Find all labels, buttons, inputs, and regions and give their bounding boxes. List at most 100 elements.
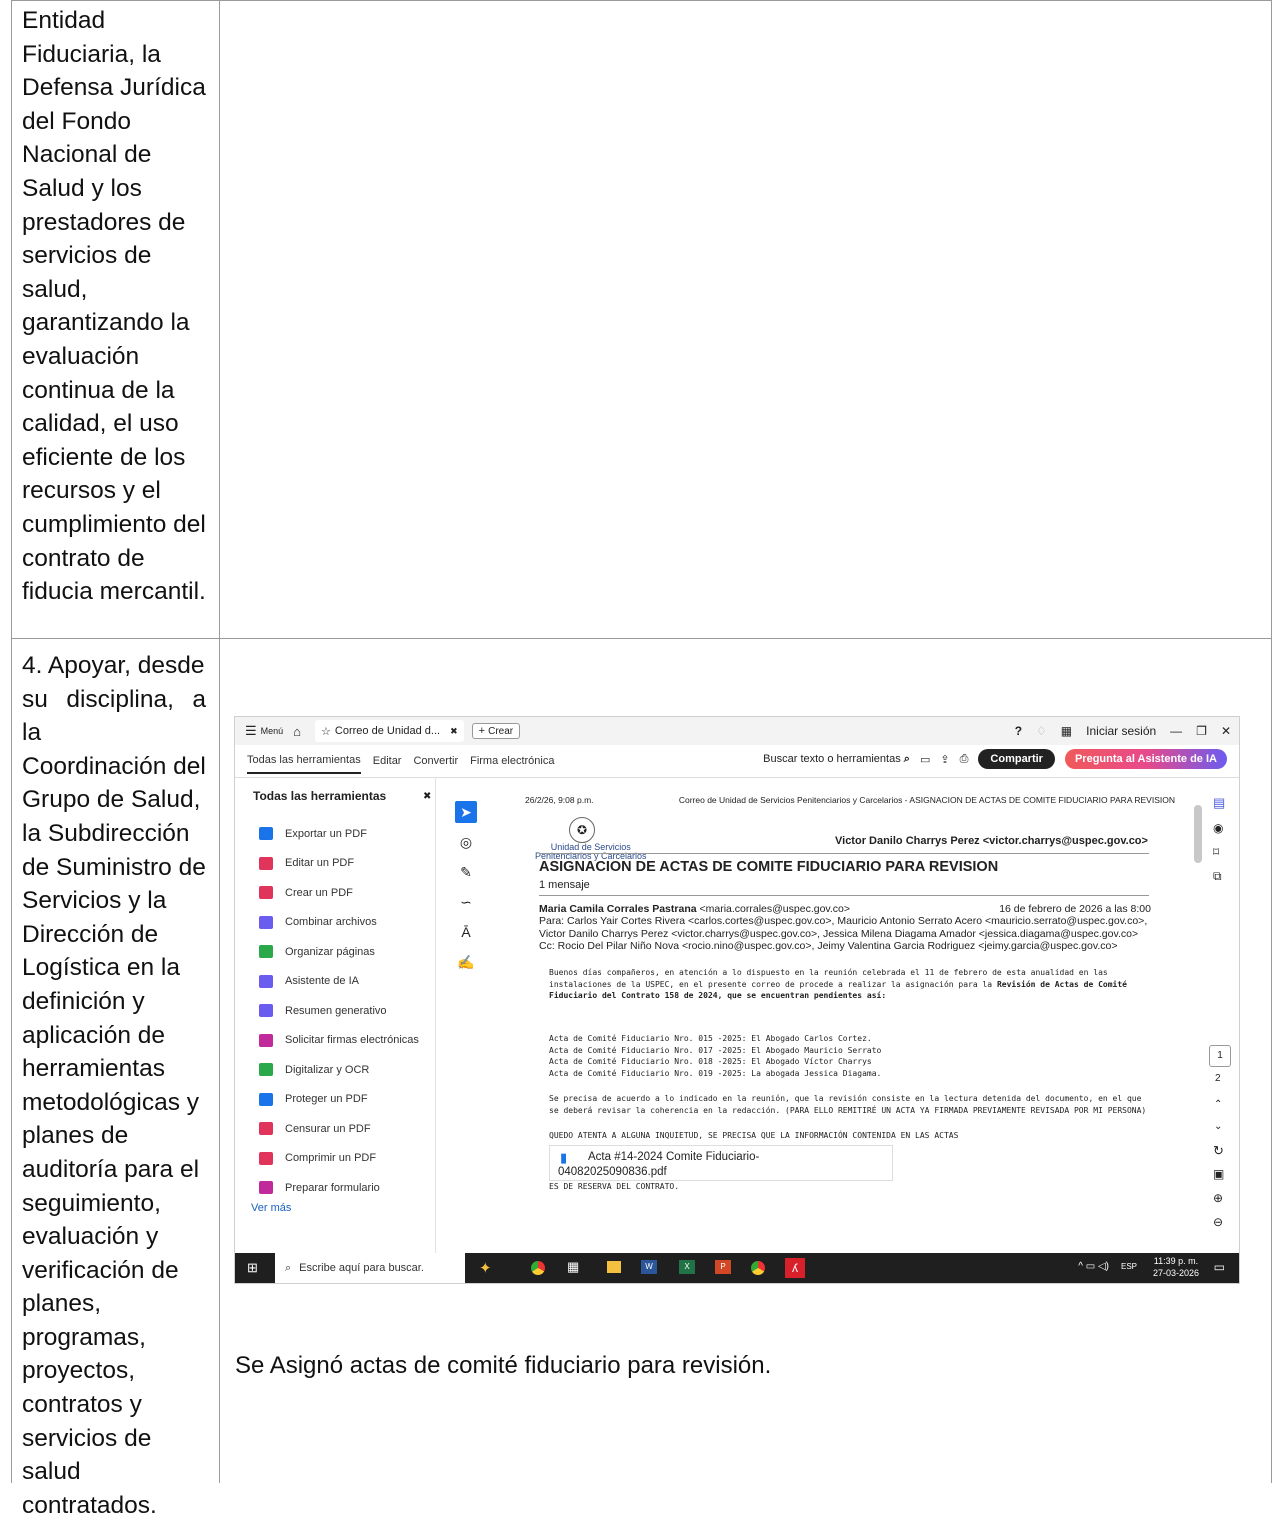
apps-icon[interactable]: ▦ (1061, 724, 1072, 738)
tool-label: Editar un PDF (285, 857, 355, 870)
attachment-card[interactable]: ▮ Acta #14-2024 Comite Fiduciario- 04082… (549, 1145, 893, 1181)
acta-item: Acta de Comité Fiduciario Nro. 018 -2025… (549, 1057, 872, 1067)
link-icon[interactable]: ∽ (455, 891, 477, 913)
email-recipients: Para: Carlos Yair Cortes Rivera <carlos.… (539, 915, 1148, 953)
powerpoint-icon[interactable]: P (715, 1260, 731, 1274)
create-button[interactable]: + Crear (471, 723, 521, 739)
search-icon: ⌕ (903, 752, 910, 765)
comment-icon[interactable]: ◎ (455, 831, 477, 853)
share-button[interactable]: Compartir (978, 749, 1055, 769)
activity-cell-1: Entidad Fiduciaria, la Defensa Jurídica del… (22, 4, 206, 609)
close-window-icon[interactable]: ✕ (1221, 724, 1231, 738)
sidebar-tool-item[interactable]: Resumen generativo (259, 996, 419, 1026)
text-line: garantizando la (22, 309, 190, 337)
menu-convert[interactable]: Convertir (413, 749, 458, 773)
signin-link[interactable]: Iniciar sesión (1086, 724, 1156, 738)
menu-edit[interactable]: Editar (373, 749, 402, 773)
sidebar-tool-item[interactable]: Proteger un PDF (259, 1085, 419, 1115)
close-sidebar-icon[interactable]: ✖ (423, 791, 431, 802)
signature-icon[interactable]: ✍ (455, 951, 477, 973)
comment-panel-icon[interactable]: ◉ (1213, 821, 1223, 835)
help-icon[interactable]: ? (1015, 724, 1022, 738)
taskbar-search[interactable]: ⌕ Escribe aquí para buscar. (275, 1253, 465, 1283)
minimize-icon[interactable]: — (1170, 724, 1182, 738)
ai-summary-icon[interactable]: ▤ (1213, 795, 1225, 811)
text-box-icon[interactable]: Ā (455, 921, 477, 943)
sidebar-tool-item[interactable]: Solicitar firmas electrónicas (259, 1026, 419, 1056)
bell-icon[interactable]: ♢ (1036, 724, 1047, 738)
save-icon[interactable]: ▭ (920, 753, 930, 766)
text-line: fiducia mercantil. (22, 578, 206, 606)
page-1-box[interactable]: 1 (1209, 1045, 1231, 1067)
chrome-profile-icon[interactable] (751, 1261, 765, 1275)
menu-esign[interactable]: Firma electrónica (470, 749, 554, 773)
sidebar-tool-item[interactable]: Editar un PDF (259, 849, 419, 879)
refresh-icon[interactable]: ↻ (1213, 1143, 1224, 1159)
menu-button[interactable]: ☰ Menú (245, 723, 283, 739)
page-fit-icon[interactable]: ▣ (1213, 1167, 1224, 1181)
pen-icon[interactable]: ✎ (455, 861, 477, 883)
sidebar-tool-item[interactable]: Digitalizar y OCR (259, 1055, 419, 1085)
divider (539, 895, 1149, 896)
maximize-icon[interactable]: ❐ (1196, 724, 1207, 738)
text-line: su disciplina, a la (22, 685, 206, 747)
sidebar-tool-item[interactable]: Preparar formulario (259, 1173, 419, 1203)
tool-icon (259, 1151, 273, 1165)
text-line: salud (22, 1458, 81, 1486)
tab-correo[interactable]: ☆ Correo de Unidad d... ✖ (315, 720, 464, 742)
word-icon[interactable]: W (641, 1260, 657, 1274)
chevron-up-icon[interactable]: ⌃ (1214, 1099, 1222, 1110)
upload-icon[interactable]: ⇪ (940, 753, 949, 766)
text-line: planes, (22, 1290, 102, 1318)
tool-icon (259, 945, 273, 959)
zoom-out-icon[interactable]: ⊖ (1213, 1215, 1223, 1229)
see-more-link[interactable]: Ver más (251, 1202, 291, 1214)
language-indicator[interactable]: ESP (1121, 1262, 1137, 1271)
tool-icon (259, 1033, 273, 1047)
email-body-intro: Buenos días compañeros, en atención a lo… (549, 968, 1127, 1001)
sidebar-tool-item[interactable]: Crear un PDF (259, 878, 419, 908)
ai-assistant-button[interactable]: Pregunta al Asistente de IA (1064, 749, 1227, 769)
text-line: herramientas (22, 1055, 165, 1083)
pdf-page: 26/2/26, 9:08 p.m. Correo de Unidad de Se… (511, 779, 1191, 1253)
notification-icon[interactable]: ▭ (1214, 1260, 1225, 1274)
acrobat-icon[interactable]: ʎ (785, 1258, 805, 1278)
bookmark-icon[interactable]: ⌑ (1213, 845, 1219, 859)
chrome-icon[interactable] (531, 1261, 545, 1275)
clock[interactable]: 11:39 p. m. 27-03-2026 (1153, 1255, 1199, 1279)
file-explorer-icon[interactable] (607, 1261, 621, 1273)
sidebar-tool-item[interactable]: Comprimir un PDF (259, 1144, 419, 1174)
text-line: cumplimiento del (22, 510, 206, 538)
chevron-down-icon[interactable]: ⌄ (1214, 1121, 1222, 1132)
print-icon[interactable]: ⎙ (960, 753, 969, 766)
text-line: eficiente de los (22, 443, 186, 471)
text-line: Coordinación del (22, 752, 206, 780)
text-line: proyectos, (22, 1357, 136, 1385)
tool-label: Exportar un PDF (285, 827, 367, 840)
calculator-icon[interactable]: ▦ (567, 1259, 579, 1275)
text-line: contrato de (22, 544, 145, 572)
excel-icon[interactable]: X (679, 1260, 695, 1274)
pages-icon[interactable]: ⧉ (1213, 869, 1222, 884)
zoom-in-icon[interactable]: ⊕ (1213, 1191, 1223, 1205)
sidebar-tool-item[interactable]: Asistente de IA (259, 967, 419, 997)
text-line: contratos y (22, 1391, 142, 1419)
text-line: metodológicas y (22, 1088, 200, 1116)
sidebar-tool-item[interactable]: Combinar archivos (259, 908, 419, 938)
print-header: 26/2/26, 9:08 p.m. Correo de Unidad de Se… (525, 795, 1175, 805)
search-tools[interactable]: Buscar texto o herramientas ⌕ (763, 753, 910, 766)
sidebar-tool-item[interactable]: Censurar un PDF (259, 1114, 419, 1144)
system-tray-icons[interactable]: ^ ▭ ◁) (1078, 1261, 1109, 1272)
menu-all-tools[interactable]: Todas las herramientas (247, 748, 361, 774)
close-tab-icon[interactable]: ✖ (450, 726, 458, 737)
tool-label: Asistente de IA (285, 975, 359, 988)
page-2-label[interactable]: 2 (1215, 1073, 1221, 1084)
windows-start-icon[interactable]: ⊞ (247, 1260, 258, 1276)
home-icon[interactable]: ⌂ (293, 724, 301, 739)
copilot-icon[interactable]: ✦ (479, 1259, 492, 1277)
sidebar-tool-item[interactable]: Organizar páginas (259, 937, 419, 967)
tool-icon (259, 1122, 273, 1136)
acta-item: Acta de Comité Fiduciario Nro. 019 -2025… (549, 1068, 882, 1078)
select-cursor-icon[interactable]: ➤ (455, 801, 477, 823)
sidebar-tool-item[interactable]: Exportar un PDF (259, 819, 419, 849)
